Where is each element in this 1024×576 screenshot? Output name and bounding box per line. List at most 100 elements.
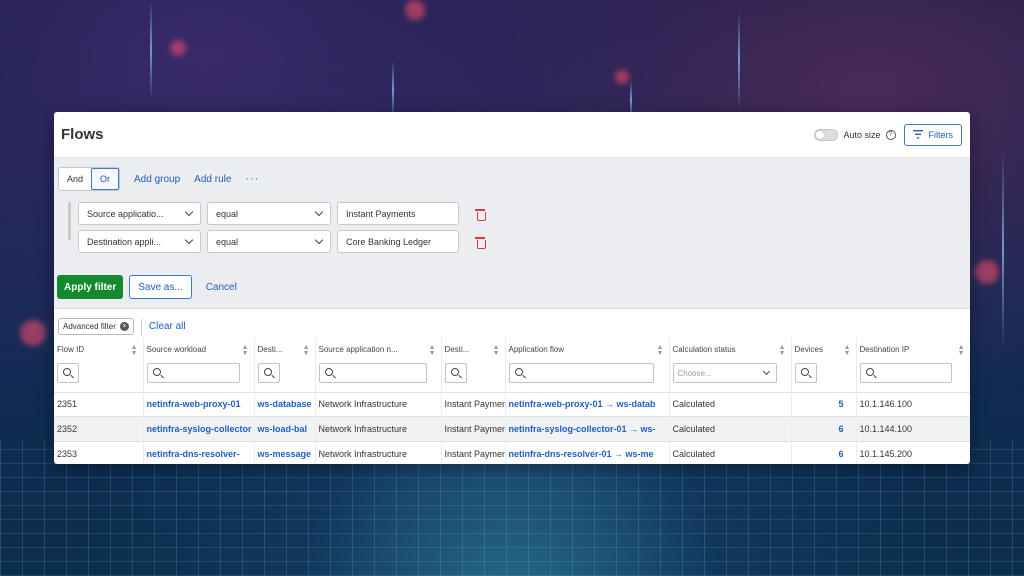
background-light-streak: [392, 60, 394, 120]
auto-size-control: Auto size ?: [814, 128, 896, 141]
help-icon[interactable]: ?: [885, 129, 896, 140]
column-search-input[interactable]: [508, 363, 654, 383]
sort-icon[interactable]: ▲ ▼: [303, 344, 310, 357]
background-light-streak: [150, 0, 152, 100]
search-icon: [63, 368, 71, 376]
column-search-input[interactable]: [444, 363, 467, 383]
sort-icon[interactable]: ▲ ▼: [242, 344, 249, 357]
destination-workload-link[interactable]: ws-database: [254, 391, 316, 417]
divider: [140, 318, 142, 335]
chevron-down-icon: [314, 235, 324, 245]
column-label: Destination IP: [859, 345, 910, 354]
more-options-icon[interactable]: ···: [245, 173, 259, 185]
sort-icon[interactable]: ▲ ▼: [493, 344, 500, 357]
background-glow: [405, 0, 425, 20]
status-filter-select[interactable]: Choose...: [672, 363, 777, 383]
calculation-status-cell: Calculated: [669, 440, 792, 464]
sort-icon[interactable]: ▲ ▼: [429, 344, 436, 357]
delete-rule-icon[interactable]: [475, 236, 486, 249]
sort-icon[interactable]: ▲ ▼: [958, 344, 965, 357]
flows-panel: Flows Auto size ? Filters And Or Add gro…: [54, 112, 970, 464]
column-header[interactable]: Flow ID ▲ ▼: [54, 338, 144, 392]
table-row[interactable]: 2351 netinfra-web-proxy-01 ws-database N…: [54, 391, 970, 417]
filter-rule: Source applicatio... equal Instant Payme…: [78, 202, 486, 225]
column-search-input[interactable]: [57, 363, 79, 383]
panel-header: Flows Auto size ? Filters: [54, 112, 970, 158]
search-icon: [514, 368, 523, 376]
rule-group-indicator: [68, 202, 71, 240]
save-as-button[interactable]: Save as...: [129, 275, 192, 299]
sort-icon[interactable]: ▲ ▼: [844, 344, 851, 357]
remove-chip-icon[interactable]: ×: [119, 322, 129, 331]
column-label: Devices: [794, 345, 823, 354]
column-search-input[interactable]: [318, 363, 427, 383]
devices-link[interactable]: 6: [791, 416, 857, 441]
column-label: Desti...: [444, 345, 470, 354]
background-glow: [20, 320, 46, 346]
column-header[interactable]: Application flow ▲ ▼: [505, 338, 670, 392]
background-light-streak: [738, 10, 740, 110]
cancel-button[interactable]: Cancel: [206, 282, 237, 293]
rule-operator-select[interactable]: equal: [207, 230, 331, 253]
column-search-input[interactable]: [146, 363, 240, 383]
column-header[interactable]: Desti... ▲ ▼: [254, 338, 316, 392]
chevron-down-icon: [762, 367, 770, 376]
destination-application-cell: Instant Payments: [441, 391, 506, 417]
delete-rule-icon[interactable]: [475, 208, 486, 221]
rule-value-input[interactable]: Instant Payments: [337, 202, 459, 225]
source-application-cell: Network Infrastructure: [315, 416, 442, 441]
source-workload-link[interactable]: netinfra-web-proxy-01: [143, 391, 255, 417]
column-header[interactable]: Calculation status ▲ ▼ Choose...: [669, 338, 792, 392]
column-header[interactable]: Source workload ▲ ▼: [143, 338, 255, 392]
column-label: Application flow: [508, 345, 565, 354]
filters-button-label: Filters: [928, 129, 954, 140]
source-application-cell: Network Infrastructure: [315, 440, 442, 464]
sort-icon[interactable]: ▲ ▼: [779, 344, 786, 357]
application-flow-link[interactable]: netinfra-dns-resolver-01 → ws-me: [505, 440, 670, 464]
column-label: Source workload: [146, 345, 207, 354]
source-workload-link[interactable]: netinfra-dns-resolver-: [143, 440, 255, 464]
column-label: Source application n...: [318, 345, 398, 354]
logic-or-option[interactable]: Or: [91, 168, 120, 190]
apply-filter-button[interactable]: Apply filter: [57, 275, 124, 299]
destination-application-cell: Instant Payments: [441, 416, 506, 441]
devices-link[interactable]: 5: [791, 391, 857, 417]
search-icon: [865, 368, 874, 376]
column-search-input[interactable]: [257, 363, 280, 383]
add-group-button[interactable]: Add group: [134, 174, 180, 185]
chevron-down-icon: [184, 207, 194, 217]
table-row[interactable]: 2353 netinfra-dns-resolver- ws-message N…: [54, 440, 970, 464]
column-search-input[interactable]: [859, 363, 952, 383]
column-header[interactable]: Source application n... ▲ ▼: [315, 338, 442, 392]
add-rule-button[interactable]: Add rule: [194, 174, 231, 185]
sort-icon[interactable]: ▲ ▼: [657, 344, 664, 357]
application-flow-link[interactable]: netinfra-syslog-collector-01 → ws-: [505, 416, 670, 441]
advanced-filter-chip-label: Advanced filter: [63, 322, 116, 331]
column-header[interactable]: Devices ▲ ▼: [791, 338, 857, 392]
sort-icon[interactable]: ▲ ▼: [131, 344, 138, 357]
destination-workload-link[interactable]: ws-load-bal: [254, 416, 316, 441]
rule-operator-value: equal: [216, 208, 239, 219]
advanced-filter-chip[interactable]: Advanced filter ×: [58, 318, 134, 335]
column-header[interactable]: Destination IP ▲ ▼: [856, 338, 970, 392]
auto-size-toggle[interactable]: [814, 128, 839, 141]
devices-link[interactable]: 6: [791, 440, 857, 464]
status-filter-placeholder: Choose...: [677, 368, 712, 378]
rule-field-select[interactable]: Destination appli...: [78, 230, 201, 253]
rule-value-input[interactable]: Core Banking Ledger: [337, 230, 459, 253]
destination-workload-link[interactable]: ws-message: [254, 440, 316, 464]
application-flow-link[interactable]: netinfra-web-proxy-01 → ws-datab: [505, 391, 670, 417]
flow-id-cell: 2352: [54, 416, 144, 441]
column-search-input[interactable]: [794, 363, 817, 383]
clear-all-button[interactable]: Clear all: [149, 321, 186, 332]
flow-id-cell: 2351: [54, 391, 144, 417]
flow-id-cell: 2353: [54, 440, 144, 464]
rule-field-select[interactable]: Source applicatio...: [78, 202, 201, 225]
table-row[interactable]: 2352 netinfra-syslog-collector ws-load-b…: [54, 416, 970, 441]
source-workload-link[interactable]: netinfra-syslog-collector: [143, 416, 255, 441]
filters-button[interactable]: Filters: [903, 123, 962, 146]
page-title: Flows: [61, 126, 104, 143]
rule-operator-select[interactable]: equal: [207, 202, 331, 225]
logic-and-option[interactable]: And: [59, 168, 91, 190]
column-header[interactable]: Desti... ▲ ▼: [441, 338, 506, 392]
